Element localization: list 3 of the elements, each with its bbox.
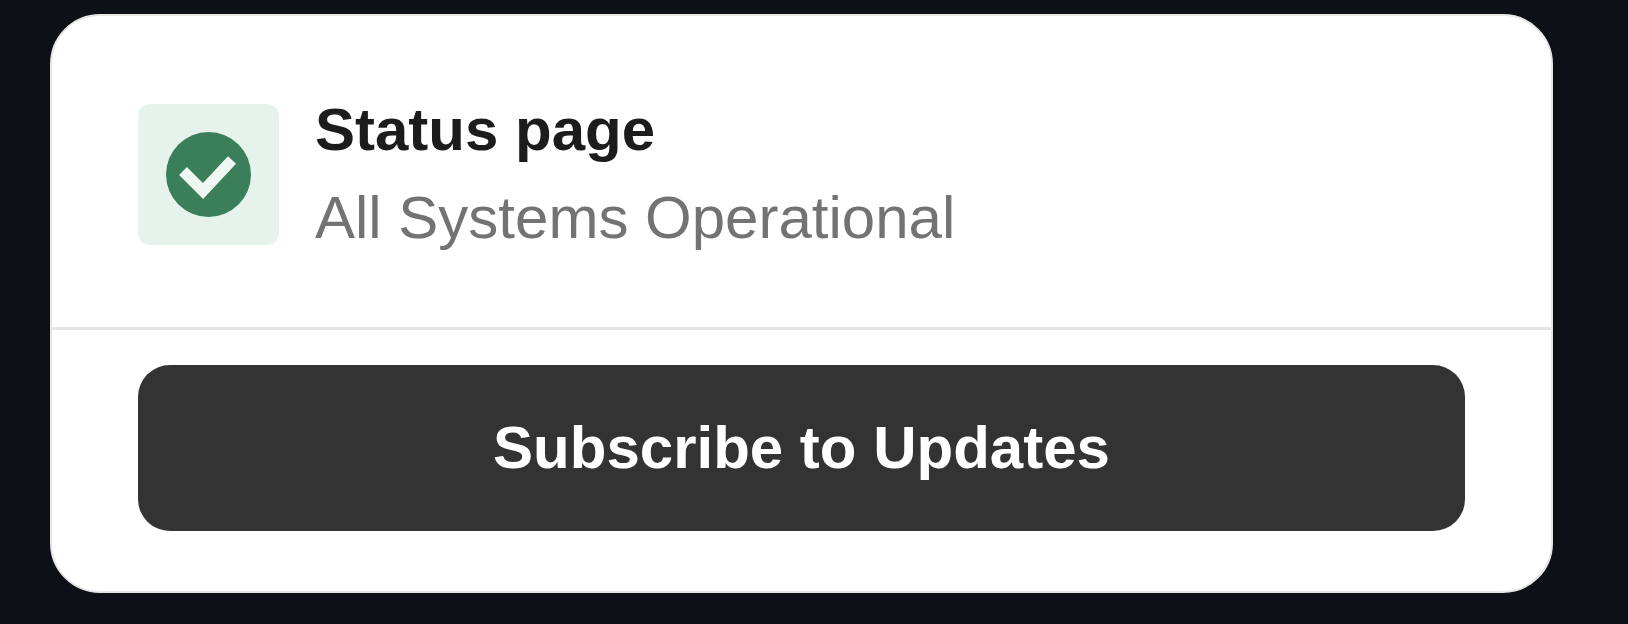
status-text: All Systems Operational bbox=[315, 183, 956, 253]
status-page-title: Status page bbox=[315, 95, 657, 165]
subscribe-button[interactable]: Subscribe to Updates bbox=[138, 365, 1465, 531]
